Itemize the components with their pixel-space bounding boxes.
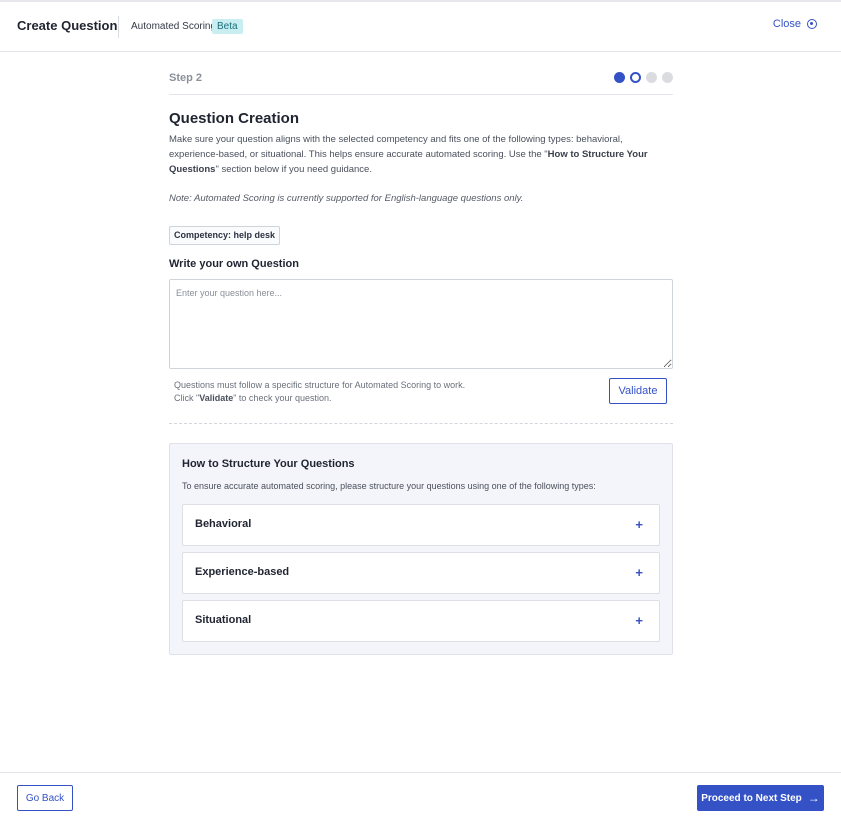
validate-helper-text: Questions must follow a specific structu…	[174, 379, 465, 405]
section-description: Make sure your question aligns with the …	[169, 132, 669, 177]
helper-bold: Validate	[199, 393, 234, 403]
section-divider	[169, 423, 673, 424]
language-note: Note: Automated Scoring is currently sup…	[169, 193, 524, 204]
accordion-label: Behavioral	[195, 518, 252, 530]
arrow-right-icon: →	[807, 791, 820, 805]
step-dot-1	[614, 72, 625, 83]
proceed-label: Proceed to Next Step	[701, 792, 802, 804]
competency-tag: Competency: help desk	[169, 226, 281, 245]
header-divider	[118, 16, 119, 38]
modal-footer: Go Back Proceed to Next Step →	[0, 772, 841, 820]
close-circle-icon	[807, 19, 817, 29]
go-back-button[interactable]: Go Back	[17, 785, 73, 811]
proceed-next-button[interactable]: Proceed to Next Step →	[697, 785, 824, 811]
accordion-situational[interactable]: Situational +	[182, 600, 660, 642]
step-label: Step 2	[169, 72, 203, 84]
close-label: Close	[772, 18, 801, 30]
helper-pre: Click "	[174, 393, 200, 403]
helper-line-2: Click "Validate" to check your question.	[174, 392, 465, 405]
desc-text-2: " section below if you need guidance.	[215, 164, 372, 175]
accordion-experience-based[interactable]: Experience-based +	[182, 552, 660, 594]
plus-icon: +	[635, 517, 643, 532]
accordion-behavioral[interactable]: Behavioral +	[182, 504, 660, 546]
helper-line-1: Questions must follow a specific structu…	[174, 380, 466, 390]
modal-title: Create Question	[17, 18, 118, 33]
structure-title: How to Structure Your Questions	[182, 458, 355, 470]
step-dots	[614, 72, 673, 83]
accordion-label: Experience-based	[195, 566, 290, 578]
plus-icon: +	[635, 565, 643, 580]
step-dot-2	[630, 72, 641, 83]
validate-button[interactable]: Validate	[609, 378, 667, 404]
modal-header: Create Question Automated Scoring Beta C…	[0, 2, 841, 52]
beta-badge: Beta	[212, 19, 243, 34]
header-subtitle: Automated Scoring	[131, 21, 217, 32]
close-button[interactable]: Close	[773, 18, 817, 30]
accordion-label: Situational	[195, 614, 252, 626]
question-input[interactable]	[169, 279, 673, 369]
question-label: Write your own Question	[169, 258, 299, 270]
plus-icon: +	[635, 613, 643, 628]
section-heading: Question Creation	[169, 110, 300, 127]
helper-post: " to check your question.	[233, 393, 332, 403]
structure-guide-panel: How to Structure Your Questions To ensur…	[169, 443, 673, 655]
step-indicator: Step 2	[169, 66, 673, 95]
step-dot-4	[662, 72, 673, 83]
structure-subtitle: To ensure accurate automated scoring, pl…	[182, 481, 596, 491]
step-dot-3	[646, 72, 657, 83]
